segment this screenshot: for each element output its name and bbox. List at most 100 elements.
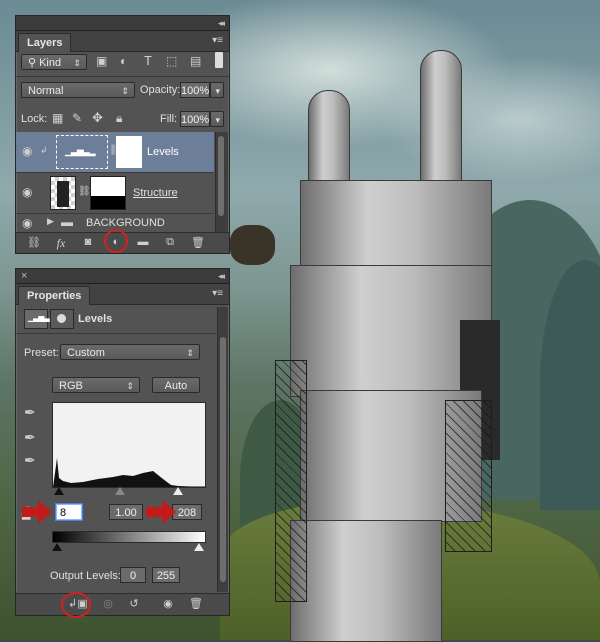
white-point-handle[interactable] xyxy=(173,487,183,495)
chevron-down-icon: ⇕ xyxy=(121,86,129,96)
lock-all-icon[interactable]: 🔒︎ xyxy=(116,111,122,126)
divider xyxy=(16,76,229,77)
output-white-handle[interactable] xyxy=(194,543,204,551)
scaffolding xyxy=(445,400,492,552)
panel-menu-icon[interactable]: ▾≡ xyxy=(212,288,223,299)
channel-select[interactable]: RGB ⇕ xyxy=(52,377,140,393)
levels-adjustment-thumb[interactable]: ▁▃▅▃▂ xyxy=(56,135,108,169)
blend-mode-value: Normal xyxy=(28,85,64,97)
fill-label: Fill: xyxy=(160,113,178,125)
channel-value: RGB xyxy=(59,380,83,392)
midtone-handle[interactable] xyxy=(115,487,125,495)
output-white-field[interactable]: 255 xyxy=(152,567,180,583)
input-levels-slider[interactable] xyxy=(52,487,204,497)
input-black-field[interactable]: 8 xyxy=(56,504,82,520)
layer-name[interactable]: Structure xyxy=(133,187,178,199)
folder-icon[interactable]: ▬ xyxy=(135,236,151,248)
opacity-field[interactable]: 100% xyxy=(180,82,210,98)
histogram-curve xyxy=(53,458,205,487)
link-icon[interactable]: ⛓ xyxy=(26,236,42,249)
properties-panel: × ◂◂ Properties ▾≡ ▁▃▅▃ Levels Preset: C… xyxy=(15,268,230,616)
chain-link-icon[interactable]: ⛓ xyxy=(78,186,91,197)
opacity-dropdown[interactable]: ▾ xyxy=(210,82,224,98)
layer-name[interactable]: Levels xyxy=(147,146,179,158)
lock-label: Lock: xyxy=(21,113,48,125)
output-levels-label: Output Levels: xyxy=(50,570,121,582)
reset-icon[interactable]: ↺ xyxy=(126,597,142,610)
lock-transparent-icon[interactable]: ▦ xyxy=(52,111,63,125)
folder-icon: ▬ xyxy=(61,215,73,229)
properties-tabrow: Properties ▾≡ xyxy=(16,284,229,305)
layer-mask-thumb[interactable] xyxy=(90,176,126,210)
filter-kind-select[interactable]: ⚲ Kind ⇕ xyxy=(21,54,87,70)
filter-adjustment-icon[interactable]: ◐ xyxy=(120,54,127,68)
fx-icon[interactable]: fx xyxy=(53,236,69,251)
properties-titlebar[interactable]: × ◂◂ xyxy=(16,269,229,284)
black-point-handle[interactable] xyxy=(54,487,64,495)
eye-icon[interactable]: ◉ xyxy=(22,185,32,199)
visibility-icon[interactable]: ◉ xyxy=(160,597,176,610)
tab-properties[interactable]: Properties xyxy=(18,286,91,305)
chevron-down-icon: ▾ xyxy=(215,115,220,125)
highlight-circle xyxy=(61,592,91,618)
properties-scrollbar[interactable] xyxy=(217,307,228,592)
output-black-handle[interactable] xyxy=(52,543,62,551)
fill-field[interactable]: 100% xyxy=(180,111,210,127)
output-gradient xyxy=(52,531,206,543)
eye-view-icon[interactable]: ◎ xyxy=(100,597,116,610)
histogram-icon: ▁▃▅▃▂ xyxy=(65,146,96,156)
new-layer-icon[interactable]: ⧉ xyxy=(162,236,178,249)
lock-position-icon[interactable]: ✥ xyxy=(92,110,103,126)
output-levels-slider[interactable] xyxy=(52,543,204,553)
layer-mask-thumb[interactable] xyxy=(116,136,142,168)
highlight-circle xyxy=(104,229,128,253)
chevron-down-icon: ⇕ xyxy=(73,58,81,68)
auto-button[interactable]: Auto xyxy=(152,377,200,393)
trash-icon[interactable]: 🗑︎ xyxy=(188,597,204,610)
black-eyedropper-icon[interactable]: ✒ xyxy=(24,404,36,421)
mask-icon[interactable]: ◙ xyxy=(80,236,96,248)
filter-kind-label: Kind xyxy=(39,57,62,69)
layers-scrollbar[interactable] xyxy=(215,132,228,232)
chevron-down-icon: ⇕ xyxy=(126,381,134,391)
layers-titlebar[interactable]: ◂◂ xyxy=(16,16,229,31)
levels-adjustment-icon[interactable]: ▁▃▅▃ xyxy=(24,309,50,329)
filter-type-icon[interactable]: T xyxy=(144,53,152,68)
preset-label: Preset: xyxy=(24,347,59,359)
collapse-icon[interactable]: ◂◂ xyxy=(218,269,225,283)
search-icon: ⚲ xyxy=(28,57,37,69)
red-arrow-right xyxy=(146,500,176,524)
structure-layer-thumb[interactable] xyxy=(50,176,76,210)
eye-icon[interactable]: ◉ xyxy=(22,144,32,158)
layer-row-structure[interactable]: ◉ ⛓ Structure xyxy=(16,173,214,214)
mask-circle xyxy=(57,314,66,323)
tab-layers[interactable]: Layers xyxy=(18,33,72,52)
layer-name[interactable]: BACKGROUND xyxy=(86,217,165,229)
fill-dropdown[interactable]: ▾ xyxy=(210,111,224,127)
histogram xyxy=(52,402,206,488)
preset-select[interactable]: Custom ⇕ xyxy=(60,344,200,360)
close-icon[interactable]: × xyxy=(21,269,27,283)
blend-mode-select[interactable]: Normal ⇕ xyxy=(21,82,135,98)
scrollbar-thumb[interactable] xyxy=(220,337,226,582)
lock-pixels-brush-icon[interactable]: ✎ xyxy=(72,111,82,125)
histogram-icon: ▁▃▅▃ xyxy=(28,313,50,322)
chevron-down-icon: ▾ xyxy=(215,86,220,96)
filter-pixel-icon[interactable]: ▣ xyxy=(96,54,107,68)
expand-arrow-icon[interactable]: ▶ xyxy=(47,216,54,227)
scrollbar-thumb[interactable] xyxy=(218,136,224,216)
mask-properties-icon[interactable] xyxy=(50,309,74,329)
gray-eyedropper-icon[interactable]: ✒ xyxy=(24,429,36,446)
collapse-icon[interactable]: ◂◂ xyxy=(218,16,225,30)
layer-row-levels[interactable]: ◉ ↲ ▁▃▅▃▂ ⛓ Levels xyxy=(16,132,214,173)
panel-menu-icon[interactable]: ▾≡ xyxy=(212,35,223,46)
trash-icon[interactable]: 🗑︎ xyxy=(190,236,206,249)
filter-toggle[interactable] xyxy=(215,52,223,68)
white-eyedropper-icon[interactable]: ✒ xyxy=(24,452,36,469)
filter-shape-icon[interactable]: ⬚ xyxy=(166,54,177,68)
input-midtone-field[interactable]: 1.00 xyxy=(109,504,143,520)
eye-icon[interactable]: ◉ xyxy=(22,216,32,230)
output-black-field[interactable]: 0 xyxy=(120,567,146,583)
filter-smartobject-icon[interactable]: ▤ xyxy=(190,54,201,68)
structure-silhouette xyxy=(57,181,69,207)
